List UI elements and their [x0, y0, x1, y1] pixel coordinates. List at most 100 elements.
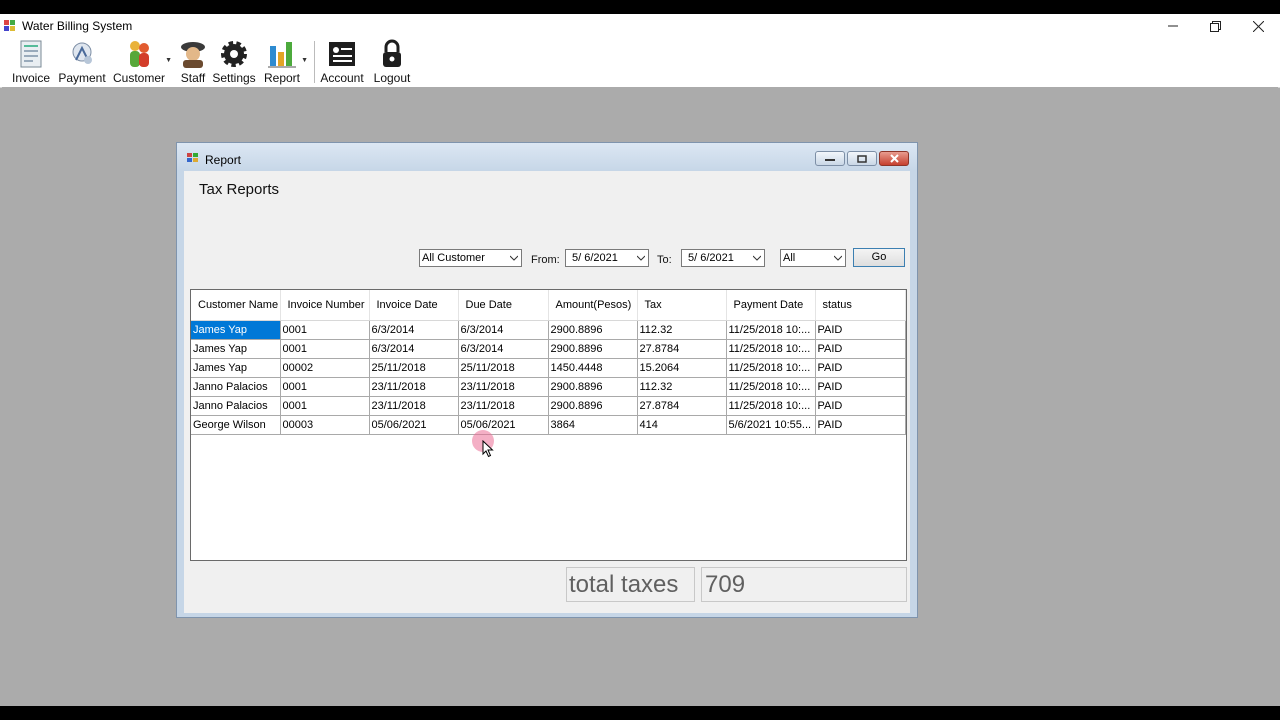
table-cell[interactable]: PAID: [815, 396, 906, 416]
report-icon: [268, 42, 296, 68]
table-cell[interactable]: George Wilson: [191, 415, 281, 435]
table-cell[interactable]: 23/11/2018: [369, 396, 459, 416]
column-header[interactable]: Customer Name: [191, 290, 281, 321]
table-cell[interactable]: 2900.8896: [548, 320, 638, 340]
toolbar-separator: [314, 41, 315, 83]
table-cell[interactable]: 3864: [548, 415, 638, 435]
table-cell[interactable]: 11/25/2018 10:...: [726, 320, 816, 340]
to-date-value: 5/ 6/2021: [688, 252, 734, 264]
column-header[interactable]: Amount(Pesos): [548, 290, 638, 321]
toolbar-settings-button[interactable]: Settings: [212, 38, 256, 86]
table-cell[interactable]: 414: [637, 415, 727, 435]
toolbar-logout-button[interactable]: Logout: [370, 38, 414, 86]
table-cell[interactable]: 6/3/2014: [369, 339, 459, 359]
toolbar-report-button[interactable]: Report ▼: [262, 38, 308, 86]
to-label: To:: [657, 254, 672, 266]
report-close-button[interactable]: [879, 151, 909, 166]
table-cell[interactable]: PAID: [815, 377, 906, 397]
table-cell[interactable]: 1450.4448: [548, 358, 638, 378]
from-date-value: 5/ 6/2021: [572, 252, 618, 264]
table-cell[interactable]: 0001: [280, 377, 370, 397]
table-cell[interactable]: 0001: [280, 396, 370, 416]
tax-report-grid[interactable]: Customer Name Invoice Number Invoice Dat…: [190, 289, 907, 561]
table-cell[interactable]: 2900.8896: [548, 396, 638, 416]
table-cell[interactable]: 15.2064: [637, 358, 727, 378]
table-cell[interactable]: 23/11/2018: [458, 396, 549, 416]
table-cell[interactable]: 2900.8896: [548, 339, 638, 359]
to-date-picker[interactable]: 5/ 6/2021: [681, 249, 765, 267]
table-cell[interactable]: 00003: [280, 415, 370, 435]
go-button[interactable]: Go: [853, 248, 905, 267]
column-header[interactable]: Invoice Date: [369, 290, 459, 321]
main-toolbar: Invoice Payment Customer ▼ Staff Setting…: [0, 38, 1280, 88]
table-cell[interactable]: James Yap: [191, 339, 281, 359]
customer-filter-value: All Customer: [422, 252, 485, 264]
report-title-bar[interactable]: Report: [177, 143, 917, 170]
report-minimize-button[interactable]: [815, 151, 845, 166]
table-cell[interactable]: PAID: [815, 358, 906, 378]
table-row[interactable]: James Yap 00002 25/11/2018 25/11/2018 14…: [191, 358, 906, 378]
table-row[interactable]: James Yap 0001 6/3/2014 6/3/2014 2900.88…: [191, 320, 906, 340]
table-cell[interactable]: 112.32: [637, 320, 727, 340]
table-cell[interactable]: 11/25/2018 10:...: [726, 358, 816, 378]
table-cell[interactable]: 25/11/2018: [369, 358, 459, 378]
column-header[interactable]: Due Date: [458, 290, 549, 321]
table-cell[interactable]: Janno Palacios: [191, 377, 281, 397]
restore-button[interactable]: [1194, 14, 1236, 38]
toolbar-customer-button[interactable]: Customer ▼: [112, 38, 172, 86]
table-cell[interactable]: 2900.8896: [548, 377, 638, 397]
table-cell[interactable]: 27.8784: [637, 339, 727, 359]
table-row[interactable]: Janno Palacios 0001 23/11/2018 23/11/201…: [191, 377, 906, 397]
maximize-icon: [857, 154, 867, 163]
table-cell[interactable]: 6/3/2014: [369, 320, 459, 340]
toolbar-staff-button[interactable]: Staff: [176, 38, 210, 86]
mouse-pointer-icon: [482, 440, 494, 458]
table-cell[interactable]: James Yap: [191, 320, 281, 340]
table-cell[interactable]: James Yap: [191, 358, 281, 378]
app-window: Water Billing System Invoice Payment Cus…: [0, 14, 1280, 706]
minimize-icon: [825, 158, 835, 161]
table-cell[interactable]: PAID: [815, 415, 906, 435]
table-cell[interactable]: 11/25/2018 10:...: [726, 339, 816, 359]
toolbar-account-button[interactable]: Account: [318, 38, 366, 86]
table-cell[interactable]: 23/11/2018: [369, 377, 459, 397]
table-cell[interactable]: 23/11/2018: [458, 377, 549, 397]
column-header[interactable]: status: [815, 290, 906, 321]
table-cell[interactable]: 6/3/2014: [458, 320, 549, 340]
table-cell[interactable]: 112.32: [637, 377, 727, 397]
table-cell[interactable]: 11/25/2018 10:...: [726, 377, 816, 397]
table-cell[interactable]: Janno Palacios: [191, 396, 281, 416]
minimize-button[interactable]: [1152, 14, 1194, 38]
toolbar-label: Account: [320, 71, 364, 85]
table-cell[interactable]: 11/25/2018 10:...: [726, 396, 816, 416]
toolbar-payment-button[interactable]: Payment: [58, 38, 106, 86]
table-cell[interactable]: 5/6/2021 10:55...: [726, 415, 816, 435]
table-cell[interactable]: PAID: [815, 339, 906, 359]
table-cell[interactable]: 00002: [280, 358, 370, 378]
toolbar-invoice-button[interactable]: Invoice: [10, 38, 52, 86]
total-taxes-label: total taxes: [566, 567, 695, 602]
table-cell[interactable]: 05/06/2021: [369, 415, 459, 435]
table-row[interactable]: George Wilson 00003 05/06/2021 05/06/202…: [191, 415, 906, 435]
tax-report-table: Customer Name Invoice Number Invoice Dat…: [191, 290, 906, 435]
table-cell[interactable]: 27.8784: [637, 396, 727, 416]
chevron-down-icon: [834, 255, 842, 261]
table-cell[interactable]: 6/3/2014: [458, 339, 549, 359]
table-cell[interactable]: 25/11/2018: [458, 358, 549, 378]
column-header[interactable]: Payment Date: [726, 290, 816, 321]
table-cell[interactable]: 0001: [280, 320, 370, 340]
column-header[interactable]: Tax: [637, 290, 727, 321]
close-button[interactable]: [1237, 14, 1279, 38]
close-icon: [889, 154, 899, 163]
status-filter-select[interactable]: All: [780, 249, 846, 267]
customer-filter-select[interactable]: All Customer: [419, 249, 522, 267]
table-row[interactable]: Janno Palacios 0001 23/11/2018 23/11/201…: [191, 396, 906, 416]
table-row[interactable]: James Yap 0001 6/3/2014 6/3/2014 2900.88…: [191, 339, 906, 359]
column-header[interactable]: Invoice Number: [280, 290, 370, 321]
report-maximize-button[interactable]: [847, 151, 877, 166]
title-bar: Water Billing System: [0, 14, 1280, 38]
table-cell[interactable]: 0001: [280, 339, 370, 359]
from-date-picker[interactable]: 5/ 6/2021: [565, 249, 649, 267]
table-cell[interactable]: 05/06/2021: [458, 415, 549, 435]
table-cell[interactable]: PAID: [815, 320, 906, 340]
